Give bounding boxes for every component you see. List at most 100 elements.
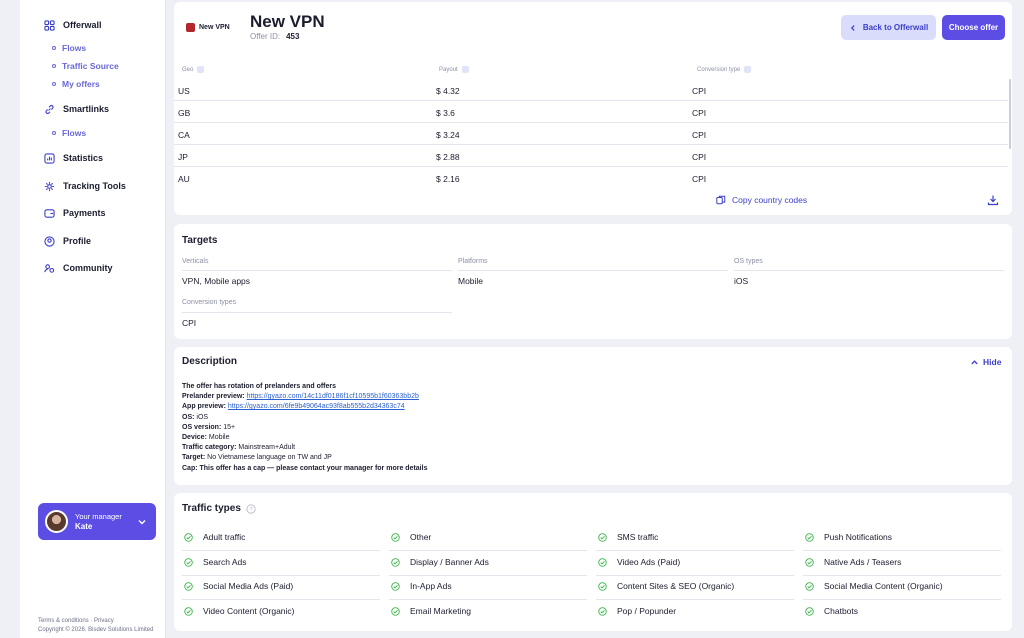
copy-country-codes-button[interactable]: Copy country codes xyxy=(716,195,807,205)
traffic-type-item: Content Sites & SEO (Organic) xyxy=(598,581,734,591)
traffic-type-item: Push Notifications xyxy=(805,532,892,542)
description-line: The offer has rotation of prelanders and… xyxy=(182,382,427,392)
description-link[interactable]: https://gyazo.com/6fe9b49064ac93f8ab555b… xyxy=(228,403,405,410)
traffic-type-item: Native Ads / Teasers xyxy=(805,557,901,567)
description-line: OS: iOS xyxy=(182,413,427,423)
description-body: The offer has rotation of prelanders and… xyxy=(182,382,427,474)
hide-label: Hide xyxy=(983,357,1002,367)
divider xyxy=(182,270,452,271)
divider xyxy=(182,312,452,313)
os-types-label: OS types xyxy=(734,258,763,265)
traffic-type-label: Adult traffic xyxy=(203,532,246,542)
divider xyxy=(389,599,587,600)
traffic-types-title: Traffic types xyxy=(182,503,241,514)
choose-offer-button[interactable]: Choose offer xyxy=(942,15,1005,40)
description-label: Target: xyxy=(182,454,208,462)
check-circle-icon xyxy=(598,532,607,542)
manager-card[interactable]: Your manager Kate xyxy=(38,503,156,540)
table-row: GB $ 3.6 CPI xyxy=(174,101,1008,123)
privacy-link[interactable]: Privacy xyxy=(94,618,114,624)
sidebar-sub-traffic-source[interactable]: Traffic Source xyxy=(20,58,119,74)
conversion-types-value: CPI xyxy=(182,318,197,328)
traffic-type-label: Content Sites & SEO (Organic) xyxy=(617,581,735,591)
sidebar-sub-my-offers[interactable]: My offers xyxy=(20,76,100,92)
sidebar-item-offerwall[interactable]: Offerwall xyxy=(20,16,102,34)
chevron-down-icon xyxy=(138,520,146,525)
sidebar-item-label: Community xyxy=(63,263,113,273)
back-to-offerwall-button[interactable]: Back to Offerwall xyxy=(841,15,936,40)
offer-id-value: 453 xyxy=(286,32,300,41)
col-payout[interactable]: Payout xyxy=(439,66,469,73)
col-conversion-type[interactable]: Conversion type xyxy=(697,66,752,73)
traffic-type-label: Push Notifications xyxy=(824,532,893,542)
sidebar-item-label: Payments xyxy=(63,208,106,218)
description-line: Device: Mobile xyxy=(182,433,427,443)
sidebar-sub-label: Traffic Source xyxy=(62,61,119,71)
sidebar-item-statistics[interactable]: Statistics xyxy=(20,149,103,167)
geo-cell: AU xyxy=(178,174,190,184)
col-label: Payout xyxy=(439,66,458,73)
description-label: The offer has rotation of prelanders and… xyxy=(182,383,337,390)
hide-button[interactable]: Hide xyxy=(970,357,1001,367)
targets-title: Targets xyxy=(182,235,218,246)
conversion-cell: CPI xyxy=(692,108,707,118)
verticals-value: VPN, Mobile apps xyxy=(182,276,251,286)
terms-link[interactable]: Terms & conditions xyxy=(38,618,89,624)
targets-card: Targets Verticals VPN, Mobile apps Platf… xyxy=(174,224,1012,339)
avatar xyxy=(45,510,68,533)
check-circle-icon xyxy=(184,581,193,591)
description-line: Traffic category: Mainstream+Adult xyxy=(182,443,427,453)
offer-card: New VPN New VPN Offer ID: 453 Back to Off… xyxy=(174,2,1012,215)
table-row: JP $ 2.88 CPI xyxy=(174,145,1008,167)
sidebar-item-smartlinks[interactable]: Smartlinks xyxy=(20,100,109,118)
sidebar-item-payments[interactable]: Payments xyxy=(20,204,106,222)
traffic-types-card: Traffic types ? Adult traffic Other SMS tr… xyxy=(174,493,1012,631)
divider xyxy=(182,575,380,576)
logo-text: New VPN xyxy=(199,24,230,31)
copy-label: Copy country codes xyxy=(732,195,808,205)
col-label: Conversion type xyxy=(697,66,741,73)
description-label: Device: xyxy=(182,434,209,442)
table-row: CA $ 3.24 CPI xyxy=(174,123,1008,145)
description-value: iOS xyxy=(196,413,209,421)
check-circle-icon xyxy=(805,532,814,542)
check-circle-icon xyxy=(184,557,193,567)
description-line: OS version: 15+ xyxy=(182,423,427,433)
description-link[interactable]: https://gyazo.com/14c11df0186f1cf10595b1… xyxy=(247,393,419,400)
divider xyxy=(803,550,1001,551)
bullet-icon xyxy=(52,64,56,68)
traffic-type-label: Pop / Popunder xyxy=(617,606,677,616)
traffic-type-item: Other xyxy=(391,532,431,542)
grid-icon xyxy=(44,19,55,31)
conversion-types-label: Conversion types xyxy=(182,299,237,306)
sidebar: Offerwall Flows Traffic Source My offers… xyxy=(20,0,166,638)
divider xyxy=(803,575,1001,576)
sidebar-sub-smart-flows[interactable]: Flows xyxy=(20,125,86,141)
sidebar-sub-flows[interactable]: Flows xyxy=(20,40,86,56)
sidebar-item-tracking-tools[interactable]: Tracking Tools xyxy=(20,177,126,195)
manager-text: Your manager Kate xyxy=(75,512,122,532)
traffic-type-label: Video Ads (Paid) xyxy=(617,557,681,567)
main-content: New VPN New VPN Offer ID: 453 Back to Off… xyxy=(174,0,1012,638)
help-icon[interactable]: ? xyxy=(246,503,256,514)
sidebar-item-profile[interactable]: Profile xyxy=(20,232,91,250)
traffic-type-label: Social Media Content (Organic) xyxy=(824,581,943,591)
traffic-type-item: SMS traffic xyxy=(598,532,658,542)
sidebar-sub-label: My offers xyxy=(62,79,100,89)
scrollbar[interactable] xyxy=(1009,79,1011,149)
platforms-value: Mobile xyxy=(458,276,484,286)
download-icon[interactable] xyxy=(987,194,999,206)
payout-cell: $ 3.6 xyxy=(436,108,455,118)
description-value: 15+ xyxy=(223,423,236,431)
traffic-type-item: Social Media Content (Organic) xyxy=(805,581,943,591)
description-card: Description Hide The offer has rotation … xyxy=(174,347,1012,485)
sidebar-item-label: Tracking Tools xyxy=(63,181,126,191)
traffic-type-item: Adult traffic xyxy=(184,532,245,542)
description-label: Traffic category: xyxy=(182,444,239,452)
col-geo[interactable]: Geo xyxy=(182,66,205,73)
sidebar-sub-label: Flows xyxy=(62,128,87,138)
sidebar-item-community[interactable]: Community xyxy=(20,259,113,277)
conversion-cell: CPI xyxy=(692,130,707,140)
wallet-icon xyxy=(44,208,55,218)
sort-icon xyxy=(461,66,469,73)
